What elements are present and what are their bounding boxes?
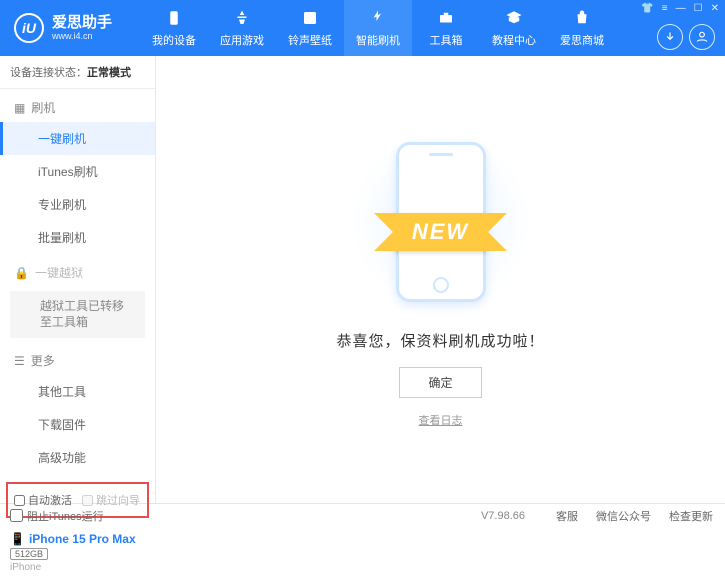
sidebar-jailbreak-note: 越狱工具已转移至工具箱 — [10, 291, 145, 338]
sidebar-item-itunes-flash[interactable]: iTunes刷机 — [0, 155, 155, 188]
logo: iU 爱思助手 www.i4.cn — [0, 13, 140, 43]
connection-status: 设备连接状态：正常模式 — [0, 56, 155, 89]
skip-guide-checkbox[interactable]: 跳过向导 — [82, 492, 140, 508]
phone-icon: 📱 — [10, 532, 25, 546]
device-info: 📱iPhone 15 Pro Max 512GB iPhone — [0, 526, 155, 579]
apps-icon — [232, 8, 252, 28]
footer-link-wechat[interactable]: 微信公众号 — [596, 508, 651, 524]
view-log-link[interactable]: 查看日志 — [419, 412, 463, 428]
sidebar-item-oneclick-flash[interactable]: 一键刷机 — [0, 122, 155, 155]
store-icon — [572, 8, 592, 28]
success-message: 恭喜您，保资料刷机成功啦！ — [336, 330, 544, 351]
sidebar-item-other-tools[interactable]: 其他工具 — [0, 375, 155, 408]
top-nav: 我的设备 应用游戏 铃声壁纸 智能刷机 工具箱 教程中心 爱思商城 — [140, 0, 725, 56]
toolbox-icon — [436, 8, 456, 28]
list-icon: ▦ — [14, 101, 25, 115]
nav-store[interactable]: 爱思商城 — [548, 0, 616, 56]
success-illustration: NEW — [331, 132, 551, 312]
app-subtitle: www.i4.cn — [52, 32, 112, 41]
minimize-button[interactable]: — — [676, 3, 686, 14]
footer-link-support[interactable]: 客服 — [556, 508, 578, 524]
nav-toolbox[interactable]: 工具箱 — [412, 0, 480, 56]
new-ribbon: NEW — [394, 213, 487, 251]
close-button[interactable]: ✕ — [711, 3, 719, 14]
sidebar: 设备连接状态：正常模式 ▦刷机 一键刷机 iTunes刷机 专业刷机 批量刷机 … — [0, 56, 156, 503]
flash-icon — [368, 8, 388, 28]
sidebar-group-more[interactable]: ☰更多 — [0, 342, 155, 375]
window-controls: 👕 ≡ — ☐ ✕ — [641, 3, 719, 14]
nav-my-device[interactable]: 我的设备 — [140, 0, 208, 56]
nav-apps-games[interactable]: 应用游戏 — [208, 0, 276, 56]
tutorial-icon — [504, 8, 524, 28]
wallpaper-icon — [300, 8, 320, 28]
device-name[interactable]: 📱iPhone 15 Pro Max — [10, 532, 145, 546]
footer-link-update[interactable]: 检查更新 — [669, 508, 713, 524]
nav-ringtone-wallpaper[interactable]: 铃声壁纸 — [276, 0, 344, 56]
sidebar-item-pro-flash[interactable]: 专业刷机 — [0, 188, 155, 221]
device-icon — [164, 8, 184, 28]
nav-smart-flash[interactable]: 智能刷机 — [344, 0, 412, 56]
skin-icon[interactable]: 👕 — [641, 3, 653, 14]
logo-icon: iU — [14, 13, 44, 43]
sidebar-item-download-fw[interactable]: 下载固件 — [0, 408, 155, 441]
maximize-button[interactable]: ☐ — [694, 3, 703, 14]
ok-button[interactable]: 确定 — [399, 367, 481, 398]
main-content: NEW 恭喜您，保资料刷机成功啦！ 确定 查看日志 — [156, 56, 725, 503]
block-itunes-checkbox[interactable]: 阻止iTunes运行 — [10, 508, 104, 524]
sidebar-group-jailbreak: 🔒一键越狱 — [0, 254, 155, 287]
download-button[interactable] — [657, 24, 683, 50]
user-button[interactable] — [689, 24, 715, 50]
more-icon: ☰ — [14, 354, 25, 368]
menu-icon[interactable]: ≡ — [662, 3, 668, 14]
sidebar-group-flash[interactable]: ▦刷机 — [0, 89, 155, 122]
nav-tutorials[interactable]: 教程中心 — [480, 0, 548, 56]
app-header: iU 爱思助手 www.i4.cn 我的设备 应用游戏 铃声壁纸 智能刷机 工具… — [0, 0, 725, 56]
sidebar-item-batch-flash[interactable]: 批量刷机 — [0, 221, 155, 254]
app-title: 爱思助手 — [52, 15, 112, 30]
version-label: V7.98.66 — [481, 510, 525, 522]
lock-icon: 🔒 — [14, 266, 29, 280]
auto-activate-checkbox[interactable]: 自动激活 — [14, 492, 72, 508]
sidebar-item-advanced[interactable]: 高级功能 — [0, 441, 155, 474]
device-type: iPhone — [10, 562, 145, 573]
device-storage: 512GB — [10, 548, 48, 560]
